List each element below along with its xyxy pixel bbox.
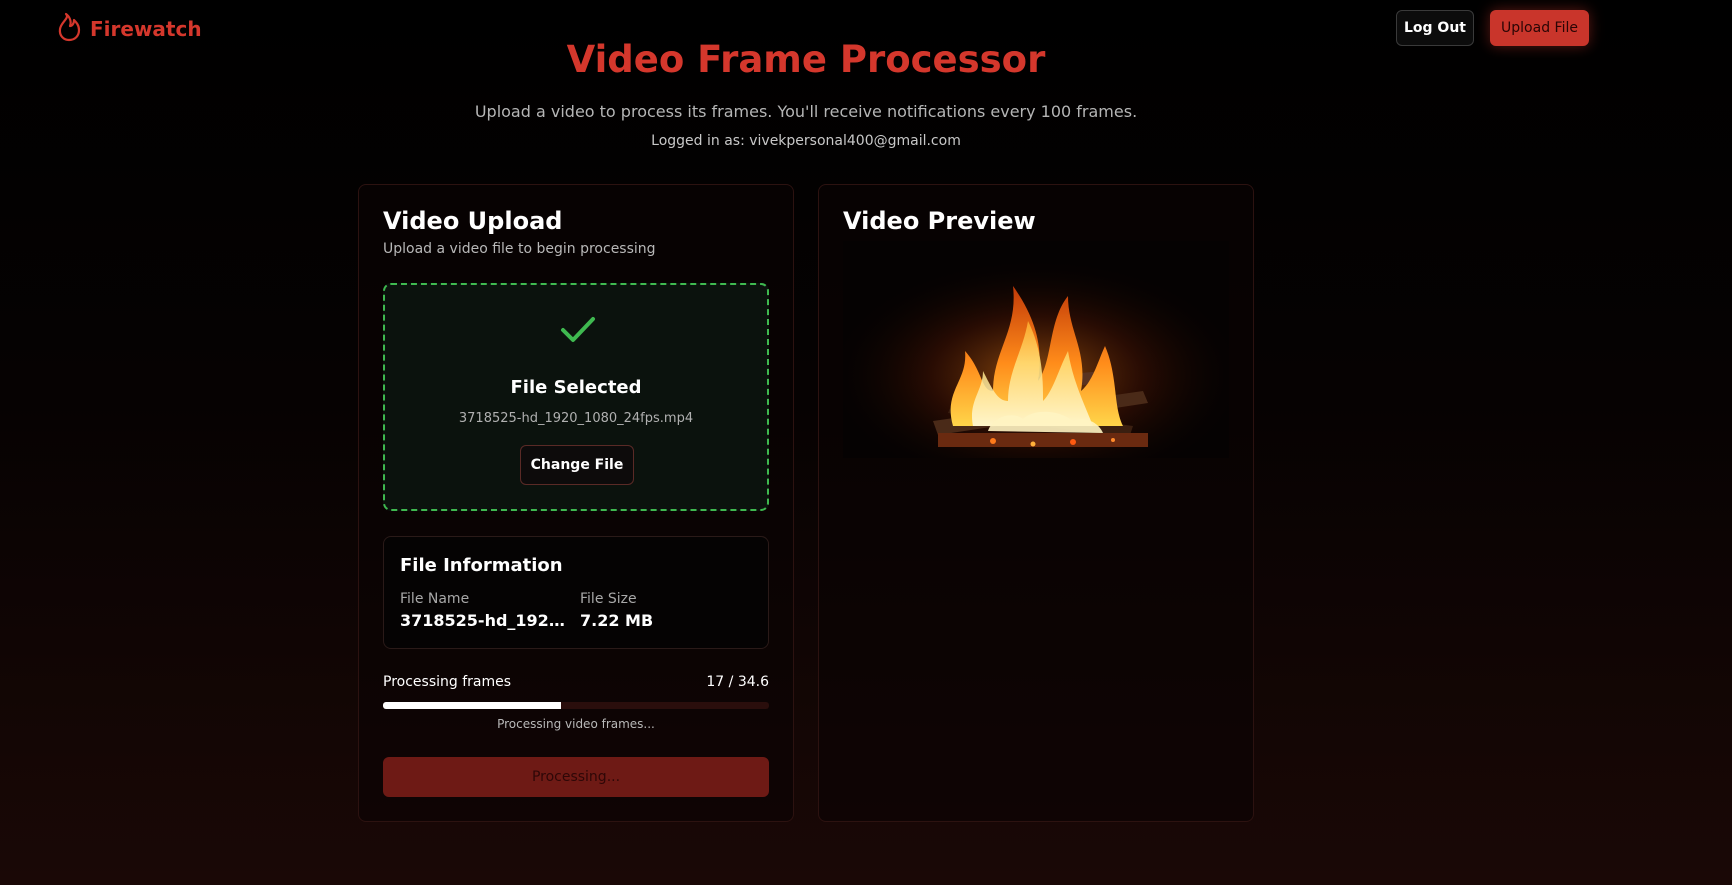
video-upload-card: Video Upload Upload a video file to begi… (358, 184, 794, 822)
page-title: Video Frame Processor (566, 38, 1046, 81)
file-name-label: File Name (400, 591, 470, 607)
file-size-value: 7.22 MB (580, 611, 654, 630)
selected-filename: 3718525-hd_1920_1080_24fps.mp4 (458, 411, 694, 426)
progress-bar-fill (383, 702, 561, 709)
processing-button[interactable]: Processing... (383, 757, 769, 797)
change-file-button[interactable]: Change File (520, 445, 634, 485)
file-info-title: File Information (400, 555, 563, 576)
page-subtitle: Upload a video to process its frames. Yo… (474, 102, 1138, 121)
logged-in-user: Logged in as: vivekpersonal400@gmail.com (651, 133, 961, 149)
upload-card-title: Video Upload (383, 207, 563, 235)
progress-label: Processing frames (383, 674, 512, 690)
video-preview-player[interactable] (843, 241, 1229, 458)
file-size-label: File Size (580, 591, 637, 607)
file-name-value: 3718525-hd_1920_10... (400, 611, 572, 630)
file-dropzone[interactable]: File Selected 3718525-hd_1920_1080_24fps… (383, 283, 769, 511)
checkmark-icon (560, 315, 596, 349)
progress-bar (383, 702, 769, 709)
progress-count: 17 / 34.6 (706, 674, 769, 690)
file-information-panel: File Information File Name 3718525-hd_19… (383, 536, 769, 649)
upload-card-subtitle: Upload a video file to begin processing (383, 241, 656, 257)
file-selected-status: File Selected (510, 377, 642, 398)
progress-status: Processing video frames... (497, 717, 655, 731)
preview-card-title: Video Preview (843, 207, 1036, 235)
video-preview-card: Video Preview (818, 184, 1254, 822)
